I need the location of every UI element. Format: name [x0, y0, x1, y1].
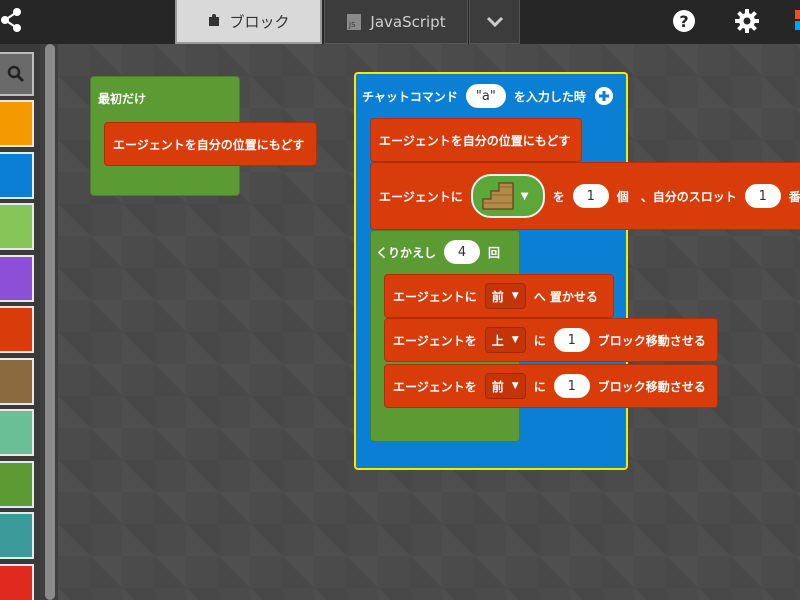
set-item-block[interactable]: エージェントに ▼ を 1 個 、自分のスロット 1 番	[370, 162, 800, 230]
toolbox-category-blocks[interactable]	[0, 151, 34, 199]
on-start-teleport-label: エージェントを自分の位置にもどす	[113, 137, 305, 152]
toolbox-category-agent-purple[interactable]	[0, 254, 34, 302]
item-dropdown-caret: ▼	[520, 190, 529, 202]
chat-teleport-block[interactable]: エージェントを自分の位置にもどす	[370, 118, 582, 162]
move-up-suffix: ブロック移動させる	[597, 333, 706, 348]
set-item-unit: 個 、自分のスロット	[616, 189, 737, 204]
place-block[interactable]: エージェントに 前 ▼ へ 置かせる	[384, 274, 614, 318]
move-forward-direction-value: 前	[491, 379, 504, 394]
chat-command-header: チャットコマンド "a" を入力した時	[362, 82, 614, 110]
toolbox-category-shapes[interactable]	[0, 409, 34, 456]
item-dropdown[interactable]: ▼	[470, 174, 545, 218]
svg-text:?: ?	[679, 12, 688, 31]
share-icon[interactable]	[0, 6, 24, 34]
move-up-count-input[interactable]: 1	[553, 328, 590, 352]
move-forward-prefix: エージェントを	[393, 379, 477, 394]
set-item-suffix: 番	[788, 189, 800, 204]
place-direction-value: 前	[491, 289, 504, 304]
move-up-ni: に	[533, 333, 546, 348]
toolbox-category-builder[interactable]	[0, 357, 34, 405]
chat-teleport-label: エージェントを自分の位置にもどす	[379, 133, 571, 148]
set-item-slot-input[interactable]: 1	[744, 184, 781, 208]
stairs-icon	[482, 182, 514, 210]
chat-command-suffix: を入力した時	[513, 89, 586, 104]
tab-more[interactable]	[469, 0, 520, 44]
tab-javascript[interactable]: JS JavaScript	[324, 0, 468, 44]
repeat-header: くりかえし 4 回	[376, 238, 500, 266]
toolbox-search-button[interactable]	[0, 52, 34, 96]
place-direction-dropdown[interactable]: 前 ▼	[484, 283, 526, 309]
help-icon[interactable]: ?	[671, 8, 697, 34]
move-forward-block[interactable]: エージェントを 前 ▼ に 1 ブロック移動させる	[384, 364, 718, 408]
chat-command-label: チャットコマンド	[362, 89, 458, 104]
search-icon	[7, 65, 25, 83]
toolbox-category-player[interactable]	[0, 100, 34, 147]
on-start-teleport-block[interactable]: エージェントを自分の位置にもどす	[104, 122, 317, 166]
repeat-label: くりかえし	[376, 245, 437, 260]
toolbox-scrollbar-thumb[interactable]	[45, 44, 55, 600]
chevron-down-icon	[486, 16, 503, 27]
svg-text:JS: JS	[348, 21, 356, 29]
plus-circle-icon[interactable]	[594, 86, 614, 106]
repeat-unit: 回	[488, 245, 501, 260]
tab-blocks-label: ブロック	[229, 12, 290, 31]
place-suffix: へ 置かせる	[533, 289, 598, 304]
move-up-direction-dropdown[interactable]: 上 ▼	[484, 327, 526, 353]
chevron-down-icon: ▼	[511, 381, 519, 391]
toolbox-category-logic[interactable]	[0, 512, 34, 559]
microsoft-logo-icon	[795, 10, 800, 30]
toolbox-category-loops[interactable]	[0, 460, 34, 508]
move-forward-ni: に	[533, 379, 546, 394]
move-up-direction-value: 上	[491, 333, 504, 348]
chat-command-input[interactable]: "a"	[465, 84, 506, 108]
blocks-workspace[interactable]: 最初だけ エージェントを自分の位置にもどす チャットコマンド "a" を入力した…	[58, 44, 800, 600]
toolbox-category-agent[interactable]	[0, 306, 34, 353]
move-up-block[interactable]: エージェントを 上 ▼ に 1 ブロック移動させる	[384, 318, 718, 362]
repeat-count-input[interactable]: 4	[444, 240, 481, 264]
tab-javascript-label: JavaScript	[370, 12, 446, 31]
move-forward-suffix: ブロック移動させる	[597, 379, 706, 394]
js-file-icon: JS	[346, 13, 362, 31]
set-item-count-label: を	[552, 189, 565, 204]
move-forward-count-input[interactable]: 1	[553, 374, 590, 398]
toolbox-category-mobs[interactable]	[0, 203, 34, 250]
gear-icon[interactable]	[734, 8, 760, 34]
toolbox-category-variables[interactable]	[0, 563, 34, 600]
puzzle-icon	[207, 14, 221, 28]
chevron-down-icon: ▼	[511, 335, 519, 345]
move-up-prefix: エージェントを	[393, 333, 477, 348]
on-start-label: 最初だけ	[98, 92, 147, 106]
chevron-down-icon: ▼	[511, 291, 519, 301]
tab-blocks[interactable]: ブロック	[175, 0, 322, 44]
set-item-count-input[interactable]: 1	[572, 184, 609, 208]
top-bar: ブロック JS JavaScript ?	[0, 0, 800, 44]
move-forward-direction-dropdown[interactable]: 前 ▼	[484, 373, 526, 399]
set-item-prefix: エージェントに	[379, 189, 463, 204]
place-prefix: エージェントに	[393, 289, 477, 304]
